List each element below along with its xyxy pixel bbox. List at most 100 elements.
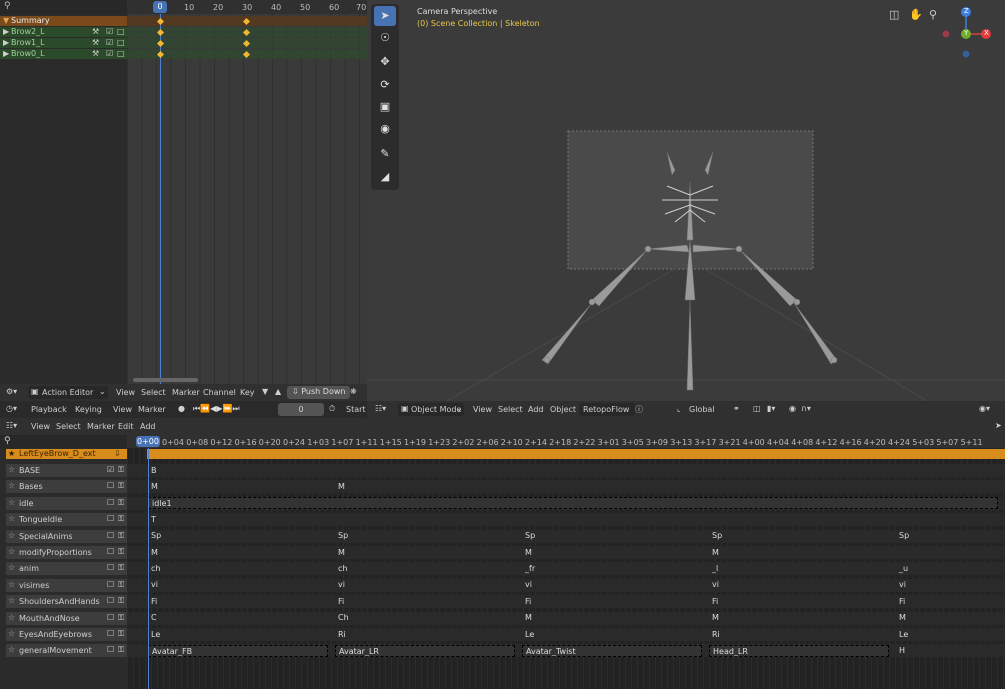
menu-edit[interactable]: Edit (118, 422, 134, 431)
nla-track-mouthandnose[interactable]: ☆ MouthAndNose ☐ ⚿ (6, 611, 127, 625)
lock-icon[interactable]: ⚿ (118, 613, 124, 623)
nla-strip[interactable]: Sp (709, 530, 722, 542)
nla-strip[interactable]: Fi (522, 596, 531, 608)
star-icon[interactable]: ☆ (8, 547, 15, 556)
current-frame-badge[interactable]: 0 (153, 1, 167, 13)
channel-row[interactable]: ▶ Brow0_L ⚒ ☑ □ (0, 49, 127, 59)
editor-type-icon[interactable]: ☷▾ (6, 421, 17, 430)
menu-select[interactable]: Select (56, 422, 81, 431)
lock-icon[interactable]: ⚿ (118, 481, 124, 491)
move-tool-icon[interactable]: ✥ (374, 52, 396, 72)
nla-strip[interactable]: vi (896, 579, 906, 591)
checkbox-icon[interactable]: ☐ (107, 547, 114, 556)
checkbox-icon[interactable]: ☐ (107, 514, 114, 523)
menu-key[interactable]: Key (240, 388, 255, 397)
expand-arrow-icon[interactable]: ▼ (3, 16, 9, 25)
menu-view[interactable]: View (473, 405, 492, 414)
camera-view-icon[interactable]: ◫ (889, 8, 899, 21)
active-action-row[interactable]: ★ LeftEyeBrow_D_ext ⇩ (6, 449, 127, 459)
lock-icon[interactable]: ⚿ (118, 547, 124, 557)
menu-playback[interactable]: Playback (31, 405, 67, 414)
overlay-icon[interactable]: ◉▾ (979, 404, 990, 413)
select-box-tool-icon[interactable]: ➤ (374, 6, 396, 26)
dopesheet-ruler[interactable]: 0 10 20 30 40 50 60 70 (127, 0, 367, 14)
nla-strip[interactable]: idle1 (148, 497, 998, 510)
nla-strip[interactable]: B (148, 465, 158, 477)
scale-tool-icon[interactable]: ▣ (374, 97, 396, 117)
channel-row[interactable]: ▶ Brow2_L ⚒ ☑ □ (0, 27, 127, 37)
nla-strip[interactable]: ch (335, 563, 347, 575)
nla-strip[interactable]: Fi (709, 596, 718, 608)
checkbox-icon[interactable]: ☐ (107, 498, 114, 507)
lock-icon[interactable]: □ (117, 27, 125, 36)
nla-strip[interactable]: Sp (335, 530, 348, 542)
mode-dropdown[interactable]: ▣ Object Mode ⌄ (398, 403, 464, 416)
nla-track-visimes[interactable]: ☆ visimes ☐ ⚿ (6, 578, 127, 592)
nla-strip[interactable]: Sp (148, 530, 161, 542)
nla-strip[interactable]: vi (709, 579, 719, 591)
push-down-icon[interactable]: ⇩ (114, 449, 121, 458)
nla-strip[interactable]: Ri (335, 629, 346, 641)
lock-icon[interactable]: ⚿ (118, 629, 124, 639)
falloff-icon[interactable]: ∩▾ (801, 404, 811, 413)
nla-strip[interactable]: T (148, 514, 158, 526)
transform-tool-icon[interactable]: ◉ (374, 119, 396, 139)
push-down-button[interactable]: ⇩ Push Down (287, 386, 351, 399)
menu-select[interactable]: Select (498, 405, 523, 414)
checkbox-icon[interactable]: ☐ (107, 596, 114, 605)
cursor-tool-icon[interactable]: ☉ (374, 28, 396, 48)
nla-strip[interactable]: ch (148, 563, 160, 575)
transform-orientation[interactable]: Global (689, 405, 715, 414)
nla-ruler[interactable]: 0+00 0+04 0+08 0+12 0+16 0+20 0+24 1+03 1+07 1+1… (127, 435, 1005, 448)
proportional-edit-icon[interactable]: ◉ (789, 404, 796, 413)
nla-strip[interactable]: Avatar_FB (148, 644, 328, 657)
nla-strip[interactable]: Avatar_LR (335, 644, 515, 657)
pan-hand-icon[interactable]: ✋ (909, 8, 923, 21)
wrench-icon[interactable]: ⚒ (92, 27, 99, 36)
checkbox-icon[interactable]: ☑ (107, 465, 114, 474)
nla-track-bases[interactable]: ☆ Bases ☐ ⚿ (6, 480, 127, 494)
checkbox-icon[interactable]: ☑ (106, 49, 113, 58)
checkbox-icon[interactable]: ☐ (107, 563, 114, 572)
editor-type-icon[interactable]: ⚙▾ (6, 387, 17, 396)
nla-strip[interactable]: Ch (335, 612, 349, 624)
menu-view[interactable]: View (31, 422, 50, 431)
frame-field[interactable]: 0 (278, 403, 324, 416)
menu-channel[interactable]: Channel (203, 388, 236, 397)
nla-strip[interactable]: C (148, 612, 157, 624)
channel-row[interactable]: ▶ Brow1_L ⚒ ☑ □ (0, 38, 127, 48)
nla-track-base[interactable]: ☆ BASE ☑ ⚿ (6, 464, 127, 477)
nla-strip[interactable]: Fi (148, 596, 157, 608)
menu-view[interactable]: View (113, 405, 132, 414)
lock-icon[interactable]: □ (117, 38, 125, 47)
annotate-tool-icon[interactable]: ✎ (374, 144, 396, 164)
menu-view[interactable]: View (116, 388, 135, 397)
star-icon[interactable]: ☆ (8, 645, 15, 654)
nla-strip[interactable]: _u (896, 563, 908, 575)
nla-track-eyesandeyebrows[interactable]: ☆ EyesAndEyebrows ☐ ⚿ (6, 628, 127, 641)
nla-track-generalmovement[interactable]: ☆ generalMovement ☐ ⚿ (6, 644, 127, 658)
help-icon[interactable]: ⓘ (635, 404, 643, 415)
nla-strip[interactable]: Le (148, 629, 160, 641)
measure-tool-icon[interactable]: ◢ (374, 167, 396, 187)
filter-icon[interactable]: ▼ (262, 387, 268, 396)
record-icon[interactable]: ● (178, 404, 185, 413)
lock-icon[interactable]: ⚿ (118, 596, 124, 606)
menu-add[interactable]: Add (140, 422, 156, 431)
mode-dropdown[interactable]: ▣ Action Editor ⌄ (28, 386, 108, 399)
nla-strip[interactable]: Avatar_Twist (522, 644, 702, 657)
lock-icon[interactable]: ⚿ (118, 465, 124, 475)
nla-strip[interactable]: H (896, 645, 906, 657)
snap-icon[interactable]: ◫ (753, 404, 761, 413)
nla-strip[interactable]: M (896, 612, 906, 624)
lock-icon[interactable]: ⚿ (118, 580, 124, 590)
search-icon[interactable]: ⚲ (4, 436, 11, 446)
nla-strip[interactable]: M (335, 547, 345, 559)
star-icon[interactable]: ☆ (8, 531, 15, 540)
menu-marker[interactable]: Marker (138, 405, 166, 414)
nla-playhead-line[interactable] (148, 448, 149, 689)
lock-icon[interactable]: ⚿ (118, 645, 124, 655)
stopwatch-icon[interactable]: ⏱ (329, 404, 335, 414)
nla-strip[interactable]: M (335, 481, 345, 493)
editor-type-icon[interactable]: ☷▾ (375, 404, 386, 413)
